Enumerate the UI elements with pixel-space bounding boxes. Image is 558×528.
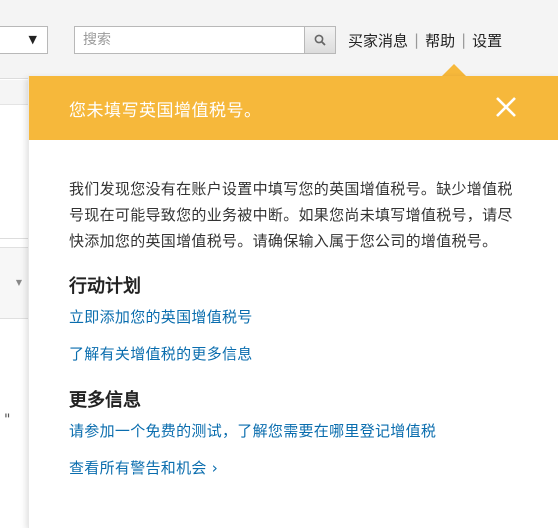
popover-body: 我们发现您没有在账户设置中填写您的英国增值税号。缺少增值税号现在可能导致您的业务… <box>29 140 558 478</box>
nav-separator: | <box>461 31 467 49</box>
learn-vat-link[interactable]: 了解有关增值税的更多信息 <box>69 343 519 364</box>
search-input[interactable] <box>75 27 303 53</box>
background-text: " <box>4 412 11 428</box>
popover-message: 我们发现您没有在账户设置中填写您的英国增值税号。缺少增值税号现在可能导致您的业务… <box>69 180 513 250</box>
search-button[interactable] <box>304 27 335 53</box>
nav-separator: | <box>414 31 420 49</box>
nav-settings[interactable]: 设置 <box>472 30 502 51</box>
background-select[interactable]: ▼ <box>0 247 28 319</box>
vat-warning-popover: 您未填写英国增值税号。 我们发现您没有在账户设置中填写您的英国增值税号。缺少增值… <box>28 76 558 528</box>
top-bar: ▼ 买家消息 | 帮助 | 设置 <box>0 0 558 79</box>
background-divider <box>0 238 28 239</box>
search-box <box>74 26 336 54</box>
search-icon <box>314 34 326 46</box>
chevron-down-icon: ▼ <box>28 33 37 46</box>
popover-header: 您未填写英国增值税号。 <box>29 76 558 140</box>
caret-down-icon: ▼ <box>15 278 22 287</box>
add-vat-number-link[interactable]: 立即添加您的英国增值税号 <box>69 306 519 327</box>
action-plan-heading: 行动计划 <box>69 276 141 297</box>
popover-title: 您未填写英国增值税号。 <box>69 101 262 121</box>
nav-help[interactable]: 帮助 <box>425 30 455 51</box>
category-dropdown[interactable]: ▼ <box>0 26 48 54</box>
header-nav: 买家消息 | 帮助 | 设置 <box>348 27 502 53</box>
close-button[interactable] <box>489 90 523 124</box>
view-all-warnings-link[interactable]: 查看所有警告和机会 › <box>69 457 519 478</box>
close-icon <box>496 97 516 117</box>
nav-buyer-messages[interactable]: 买家消息 <box>348 30 408 51</box>
more-info-heading: 更多信息 <box>69 390 141 411</box>
free-test-link[interactable]: 请参加一个免费的测试，了解您需要在哪里登记增值税 <box>69 420 519 441</box>
background-row <box>0 80 28 105</box>
popover-pointer <box>442 64 466 76</box>
